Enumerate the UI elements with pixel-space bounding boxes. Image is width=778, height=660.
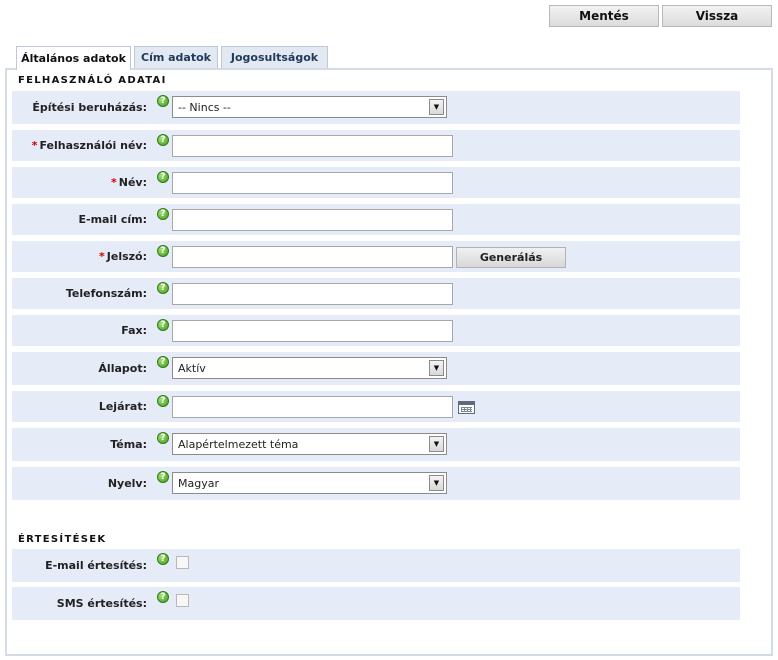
- username-input[interactable]: [172, 135, 453, 157]
- required-marker: *: [99, 250, 105, 263]
- status-select[interactable]: Aktív ▼: [172, 357, 447, 379]
- help-icon[interactable]: ?: [157, 553, 169, 565]
- phone-input[interactable]: [172, 283, 453, 305]
- help-icon[interactable]: ?: [157, 245, 169, 257]
- language-select[interactable]: Magyar ▼: [172, 472, 447, 494]
- label-status: Állapot:: [98, 362, 147, 375]
- chevron-down-icon[interactable]: ▼: [429, 99, 444, 115]
- chevron-down-icon[interactable]: ▼: [429, 436, 444, 452]
- help-icon[interactable]: ?: [157, 282, 169, 294]
- help-icon[interactable]: ?: [157, 95, 169, 107]
- help-icon[interactable]: ?: [157, 171, 169, 183]
- row-phone: Telefonszám: ?: [12, 278, 740, 309]
- chevron-down-icon[interactable]: ▼: [429, 360, 444, 376]
- section-title-notifications: ÉRTESÍTÉSEK: [18, 534, 107, 545]
- row-expiry: Lejárat: ?: [12, 391, 740, 422]
- theme-select-value: Alapértelmezett téma: [178, 437, 299, 451]
- label-email-notify: E-mail értesítés:: [45, 559, 147, 572]
- help-icon[interactable]: ?: [157, 134, 169, 146]
- password-input[interactable]: [172, 246, 453, 268]
- tab-general[interactable]: Általános adatok: [16, 46, 131, 70]
- row-sms-notify: SMS értesítés: ?: [12, 587, 740, 620]
- email-input[interactable]: [172, 209, 453, 231]
- help-icon[interactable]: ?: [157, 208, 169, 220]
- label-project: Építési beruházás:: [32, 101, 147, 114]
- calendar-icon[interactable]: [458, 401, 475, 414]
- row-email-notify: E-mail értesítés: ?: [12, 549, 740, 582]
- label-name: Név:: [118, 176, 147, 189]
- label-fax: Fax:: [121, 324, 147, 337]
- name-input[interactable]: [172, 172, 453, 194]
- help-icon[interactable]: ?: [157, 471, 169, 483]
- label-expiry: Lejárat:: [98, 400, 147, 413]
- fax-input[interactable]: [172, 320, 453, 342]
- label-email: E-mail cím:: [78, 213, 148, 226]
- row-status: Állapot: ? Aktív ▼: [12, 352, 740, 385]
- row-language: Nyelv: ? Magyar ▼: [12, 467, 740, 500]
- project-select[interactable]: -- Nincs -- ▼: [172, 96, 447, 118]
- label-username: Felhasználói név:: [39, 139, 147, 152]
- help-icon[interactable]: ?: [157, 395, 169, 407]
- save-button[interactable]: Mentés: [549, 5, 659, 27]
- help-icon[interactable]: ?: [157, 356, 169, 368]
- back-button[interactable]: Vissza: [662, 5, 772, 27]
- row-password: * Jelszó: ? Generálás: [12, 241, 740, 272]
- tab-permissions[interactable]: Jogosultságok: [221, 46, 328, 68]
- row-username: * Felhasználói név: ?: [12, 130, 740, 161]
- theme-select[interactable]: Alapértelmezett téma ▼: [172, 433, 447, 455]
- language-select-value: Magyar: [178, 476, 219, 490]
- expiry-input[interactable]: [172, 396, 453, 418]
- generate-password-button[interactable]: Generálás: [456, 247, 566, 268]
- sms-notify-checkbox[interactable]: [176, 594, 189, 607]
- label-password: Jelszó:: [106, 250, 147, 263]
- row-fax: Fax: ?: [12, 315, 740, 346]
- email-notify-checkbox[interactable]: [176, 556, 189, 569]
- project-select-value: -- Nincs --: [178, 100, 231, 114]
- help-icon[interactable]: ?: [157, 591, 169, 603]
- tab-address[interactable]: Cím adatok: [134, 46, 218, 68]
- label-sms-notify: SMS értesítés:: [56, 597, 147, 610]
- row-name: * Név: ?: [12, 167, 740, 198]
- row-email: E-mail cím: ?: [12, 204, 740, 235]
- required-marker: *: [31, 139, 38, 152]
- help-icon[interactable]: ?: [157, 319, 169, 331]
- label-theme: Téma:: [110, 438, 147, 451]
- help-icon[interactable]: ?: [157, 432, 169, 444]
- row-theme: Téma: ? Alapértelmezett téma ▼: [12, 428, 740, 461]
- label-phone: Telefonszám:: [65, 287, 147, 300]
- chevron-down-icon[interactable]: ▼: [429, 475, 444, 491]
- required-marker: *: [110, 176, 117, 189]
- section-title-user: FELHASZNÁLÓ ADATAI: [18, 75, 167, 86]
- row-project: Építési beruházás: ? -- Nincs -- ▼: [12, 91, 740, 124]
- label-language: Nyelv:: [107, 477, 147, 490]
- status-select-value: Aktív: [178, 361, 206, 375]
